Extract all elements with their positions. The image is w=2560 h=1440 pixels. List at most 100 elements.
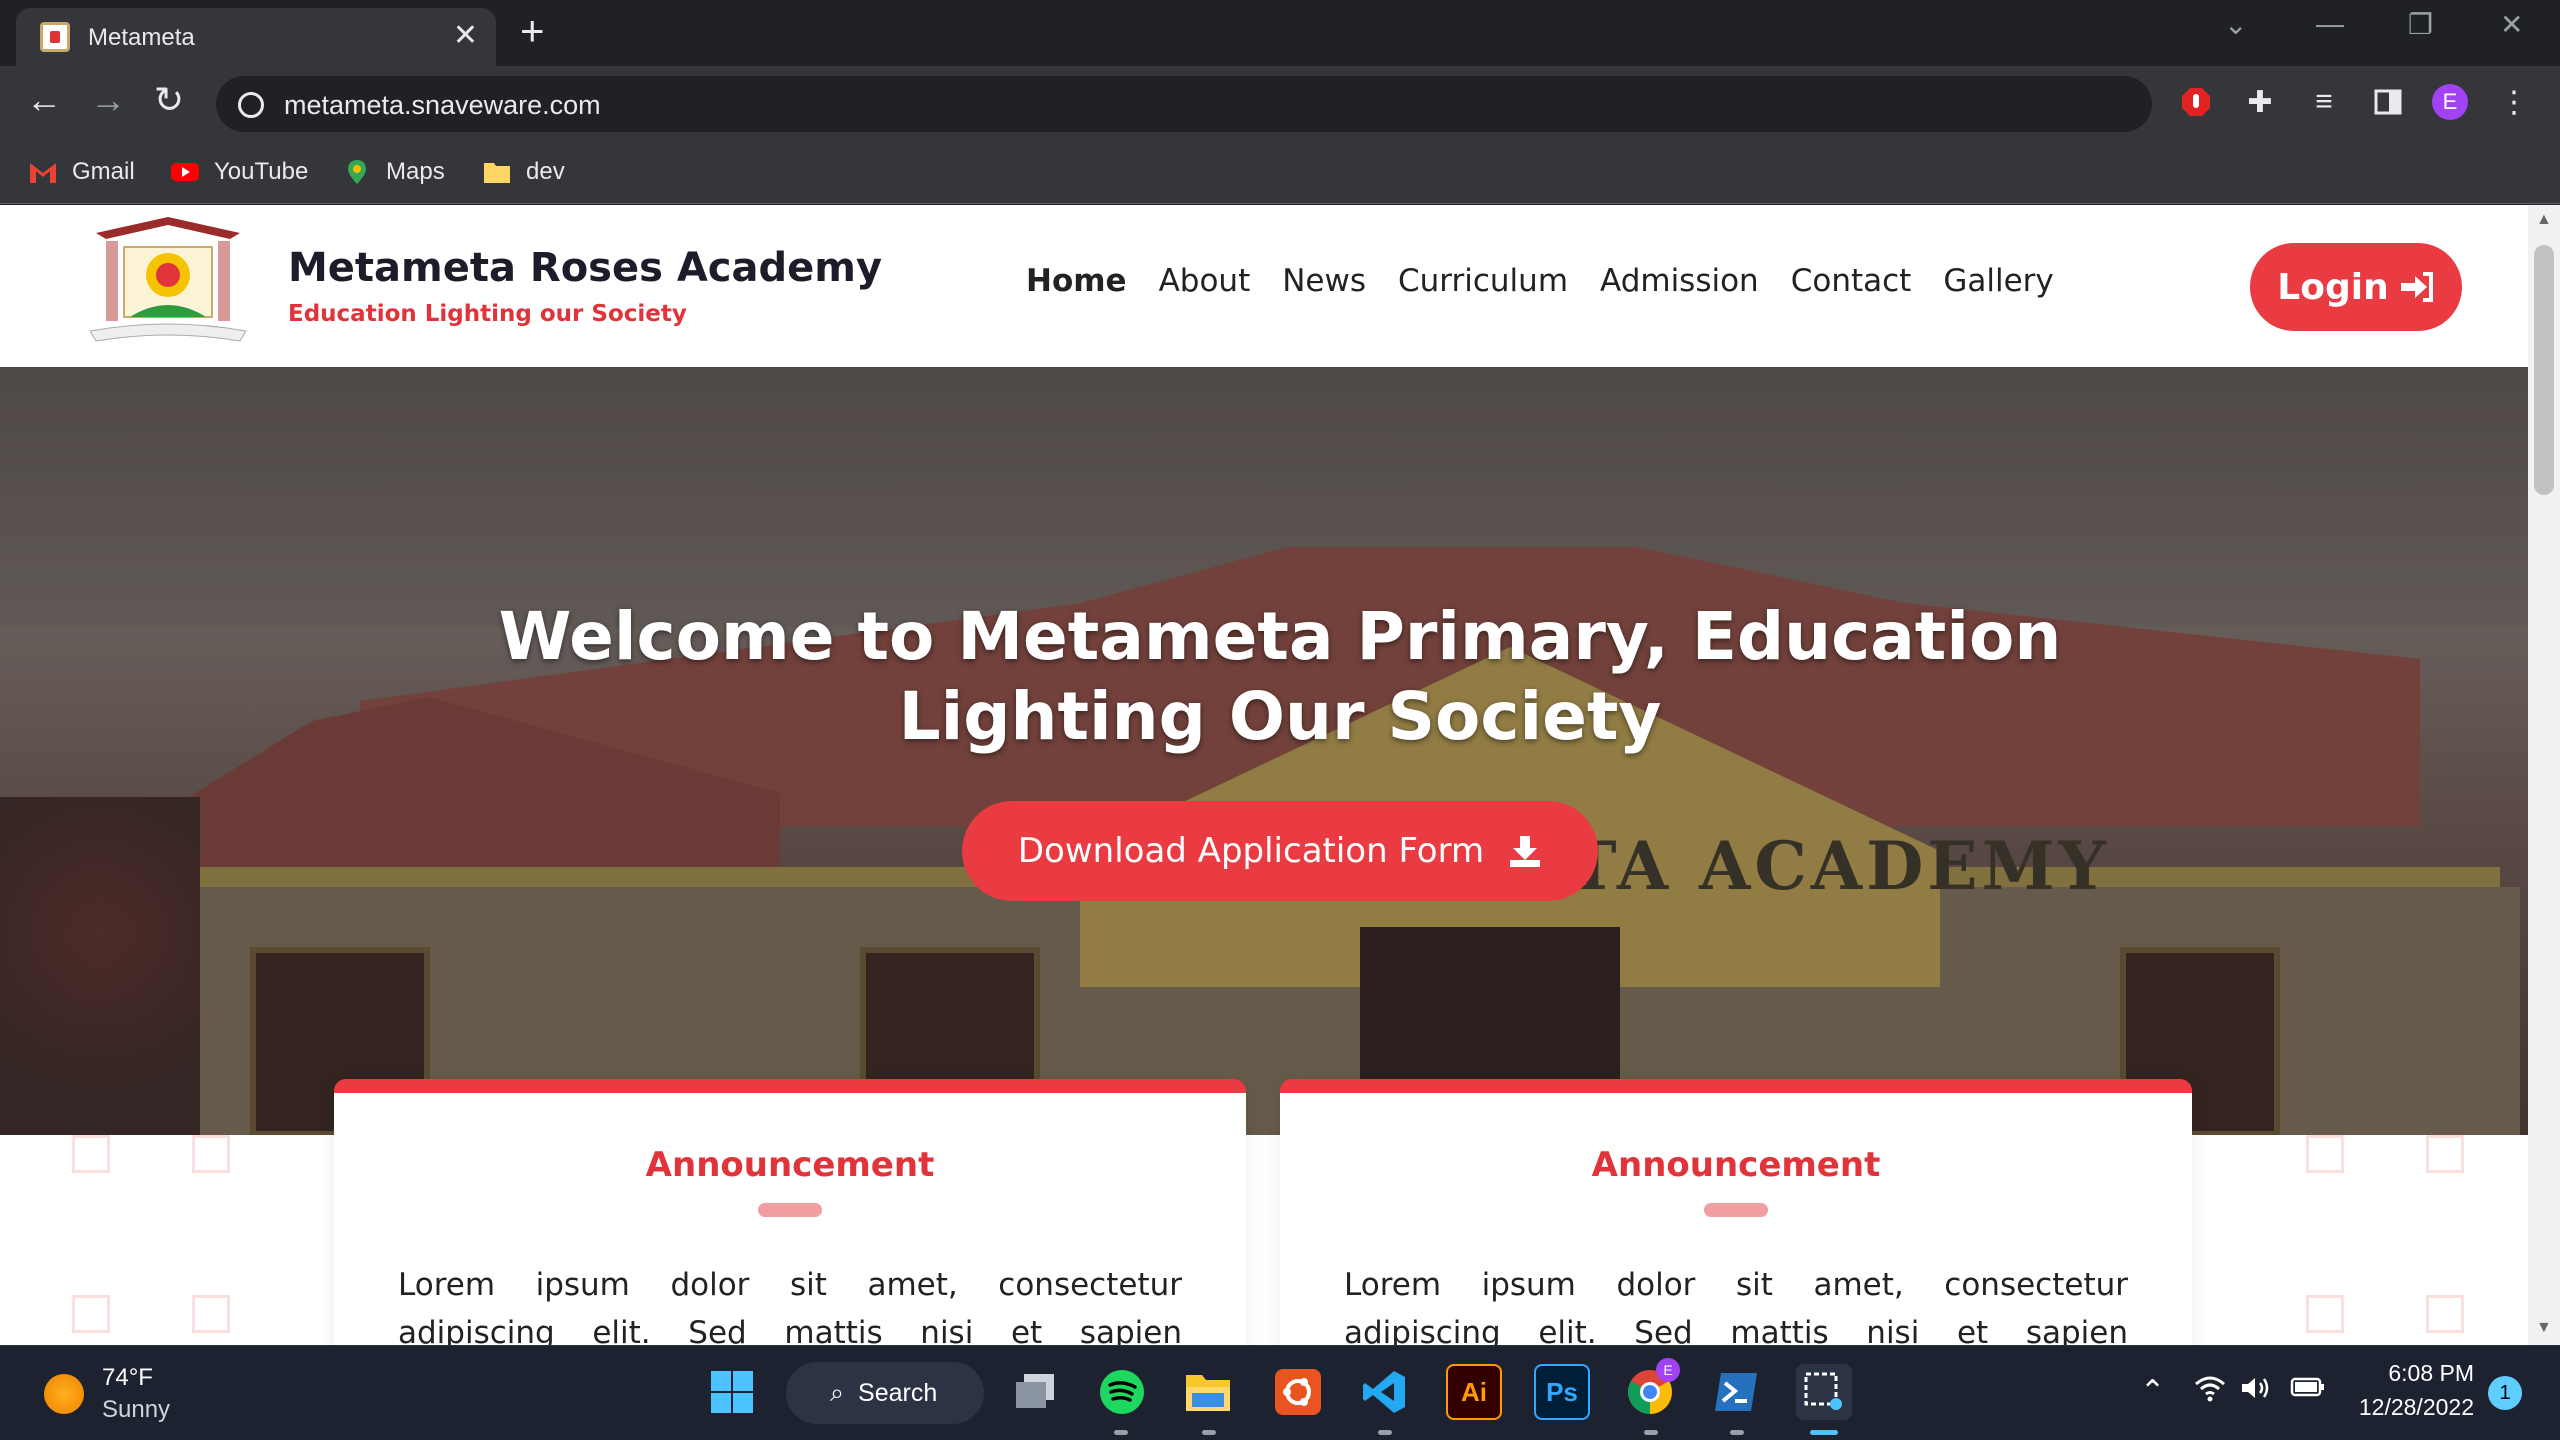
nav-contact[interactable]: Contact [1791, 263, 1912, 299]
bookmark-label: dev [526, 158, 565, 185]
nav-news[interactable]: News [1282, 263, 1366, 299]
notification-badge[interactable]: 1 [2488, 1376, 2522, 1410]
bookmark-dev-folder[interactable]: dev [482, 154, 565, 190]
brand-tagline: Education Lighting our Society [288, 301, 687, 327]
announcement-card: Announcement Lorem ipsum dolor sit amet,… [334, 1079, 1246, 1345]
bookmarks-bar: Gmail YouTube Maps dev [0, 140, 2560, 204]
maps-icon [348, 160, 366, 184]
card-text: Lorem ipsum dolor sit amet, consectetur … [1344, 1267, 2128, 1345]
card-title: Announcement [1591, 1145, 1881, 1185]
profile-avatar[interactable]: E [2432, 84, 2468, 120]
spotify-icon[interactable] [1094, 1364, 1150, 1420]
battery-icon[interactable] [2290, 1374, 2326, 1408]
download-application-button[interactable]: Download Application Form [962, 801, 1598, 901]
clock-date[interactable]: 12/28/2022 [2334, 1394, 2474, 1421]
running-indicator [1730, 1430, 1744, 1435]
ubuntu-icon[interactable] [1270, 1364, 1326, 1420]
snipping-tool-icon[interactable] [1796, 1364, 1852, 1420]
bookmark-label: Maps [386, 158, 445, 185]
running-indicator [1114, 1430, 1128, 1435]
nav-about[interactable]: About [1159, 263, 1251, 299]
school-logo[interactable] [80, 213, 256, 353]
nav-admission[interactable]: Admission [1600, 263, 1759, 299]
scroll-down-icon[interactable]: ▼ [2536, 1319, 2552, 1337]
browser-tab[interactable]: Metameta ✕ [16, 8, 496, 66]
card-text: Lorem ipsum dolor sit amet, consectetur … [398, 1267, 1182, 1345]
restore-icon[interactable]: ❐ [2408, 8, 2433, 41]
nav-home[interactable]: Home [1026, 263, 1127, 299]
start-icon[interactable] [704, 1364, 760, 1420]
address-bar[interactable]: metameta.snaveware.com [216, 76, 2152, 132]
login-button[interactable]: Login [2250, 243, 2462, 331]
decor-square [192, 1135, 230, 1173]
search-label: Search [858, 1378, 938, 1407]
card-title: Announcement [645, 1145, 935, 1185]
scroll-up-icon[interactable]: ▲ [2536, 211, 2552, 229]
reading-list-icon[interactable]: ≡ [2306, 84, 2342, 120]
vscode-icon[interactable] [1356, 1364, 1412, 1420]
bookmark-gmail[interactable]: Gmail [28, 154, 135, 190]
wifi-icon[interactable] [2194, 1374, 2226, 1410]
login-label: Login [2277, 266, 2389, 308]
bookmark-label: Gmail [72, 158, 135, 185]
running-indicator [1644, 1430, 1658, 1435]
volume-icon[interactable] [2240, 1374, 2272, 1410]
file-explorer-icon[interactable] [1180, 1364, 1236, 1420]
sign-in-icon [2400, 272, 2433, 302]
photoshop-icon[interactable]: Ps [1534, 1364, 1590, 1420]
site-info-icon[interactable] [238, 92, 264, 118]
browser-toolbar: ← → ↻ metameta.snaveware.com ✚ ≡ E ⋮ [0, 66, 2560, 140]
decor-square [72, 1295, 110, 1333]
minimize-icon[interactable]: — [2316, 8, 2344, 40]
reload-icon[interactable]: ↻ [154, 82, 184, 118]
bookmark-youtube[interactable]: YouTube [170, 154, 308, 190]
clock-time[interactable]: 6:08 PM [2354, 1360, 2474, 1387]
scroll-thumb[interactable] [2534, 245, 2554, 495]
forward-icon[interactable]: → [90, 82, 126, 118]
site-header: Metameta Roses Academy Education Lightin… [0, 205, 2528, 367]
card-divider [758, 1203, 822, 1217]
announcement-card: Announcement Lorem ipsum dolor sit amet,… [1280, 1079, 2192, 1345]
task-view-icon[interactable] [1008, 1364, 1064, 1420]
download-label: Download Application Form [1017, 831, 1485, 871]
hero-section: METAMETA ACADEMY Welcome to Metameta Pri… [0, 367, 2528, 1135]
running-indicator [1378, 1430, 1392, 1435]
new-tab-icon[interactable]: + [520, 10, 545, 52]
decor-square [192, 1295, 230, 1333]
chrome-profile-badge: E [1656, 1358, 1680, 1382]
close-window-icon[interactable]: ✕ [2500, 8, 2523, 41]
extensions-icon[interactable]: ✚ [2242, 84, 2278, 120]
tab-search-icon[interactable]: ⌄ [2224, 8, 2247, 41]
adblock-extension-icon[interactable] [2178, 84, 2214, 120]
site-favicon-icon [40, 22, 70, 52]
close-tab-icon[interactable]: ✕ [453, 18, 478, 53]
tab-title: Metameta [88, 24, 195, 51]
nav-gallery[interactable]: Gallery [1943, 263, 2053, 299]
url-text[interactable]: metameta.snaveware.com [284, 90, 601, 121]
taskbar-search[interactable]: ⌕ Search [786, 1362, 984, 1424]
nav-curriculum[interactable]: Curriculum [1398, 263, 1568, 299]
decor-square [72, 1135, 110, 1173]
running-indicator [1202, 1430, 1216, 1435]
page-scrollbar[interactable]: ▲ ▼ [2528, 205, 2560, 1345]
weather-condition[interactable]: Sunny [102, 1396, 170, 1424]
side-panel-icon[interactable] [2370, 84, 2406, 120]
chrome-menu-icon[interactable]: ⋮ [2496, 84, 2532, 120]
download-icon [1510, 836, 1541, 867]
illustrator-icon[interactable]: Ai [1446, 1364, 1502, 1420]
gmail-icon [30, 163, 56, 183]
main-nav: Home About News Curriculum Admission Con… [1026, 263, 2054, 299]
folder-icon [484, 163, 510, 183]
sun-icon[interactable] [44, 1374, 84, 1414]
tab-strip: Metameta ✕ + ⌄ — ❐ ✕ [0, 0, 2560, 66]
decor-square [2426, 1295, 2464, 1333]
show-hidden-icons-icon[interactable]: ⌃ [2140, 1374, 2165, 1409]
search-icon: ⌕ [830, 1378, 845, 1407]
powershell-icon[interactable] [1708, 1364, 1764, 1420]
decor-square [2306, 1295, 2344, 1333]
back-icon[interactable]: ← [26, 82, 62, 118]
weather-temperature[interactable]: 74°F [102, 1364, 153, 1392]
decor-square [2306, 1135, 2344, 1173]
bookmark-maps[interactable]: Maps [342, 154, 445, 190]
brand-name[interactable]: Metameta Roses Academy [288, 245, 882, 291]
